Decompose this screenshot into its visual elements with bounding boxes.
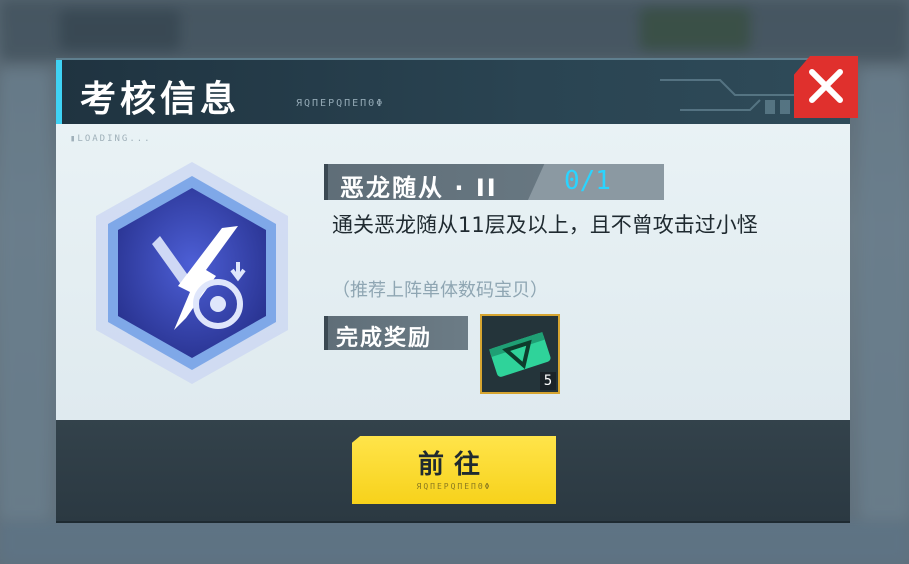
task-hint: （推荐上阵单体数码宝贝） <box>332 280 548 301</box>
dialog-subtitle-glyphs: ЯQΠЕΡQΠЕΠΘΦ <box>296 98 385 109</box>
dialog-body: ▮LOADING... 恶龙随从 · II 0/1 通关恶龙随从11层及以上，且… <box>56 124 850 420</box>
assessment-dialog: 考核信息 ЯQΠЕΡQΠЕΠΘΦ ▮LOADING... 恶龙随从 · II 0… <box>56 56 858 523</box>
reward-count: 5 <box>540 372 556 390</box>
go-button[interactable]: 前往 ЯQΠЕΡQΠЕΠΘΦ <box>352 436 556 504</box>
dialog-title: 考核信息 <box>80 79 241 120</box>
dialog-header: 考核信息 ЯQΠЕΡQΠЕΠΘΦ <box>56 56 858 126</box>
header-accent-bar <box>56 60 62 126</box>
task-name: 恶龙随从 · II <box>340 174 498 202</box>
dialog-footer: 前往 ЯQΠЕΡQΠЕΠΘΦ <box>56 420 850 523</box>
go-button-label: 前往 <box>417 449 490 479</box>
task-title-bar: 恶龙随从 · II 0/1 <box>324 164 664 202</box>
close-button[interactable] <box>794 56 858 118</box>
circuit-decoration-icon <box>660 79 810 114</box>
assessment-badge-icon <box>96 162 288 384</box>
reward-label: 完成奖励 <box>336 326 433 351</box>
go-button-glyphs: ЯQΠЕΡQΠЕΠΘΦ <box>416 482 492 491</box>
reward-label-bar: 完成奖励 <box>324 316 468 351</box>
task-description: 通关恶龙随从11层及以上，且不曾攻击过小怪 <box>332 213 758 237</box>
task-progress: 0/1 <box>564 166 611 196</box>
loading-indicator: ▮LOADING... <box>70 134 152 144</box>
close-icon <box>809 69 843 103</box>
reward-item-slot[interactable]: 5 <box>480 314 560 394</box>
